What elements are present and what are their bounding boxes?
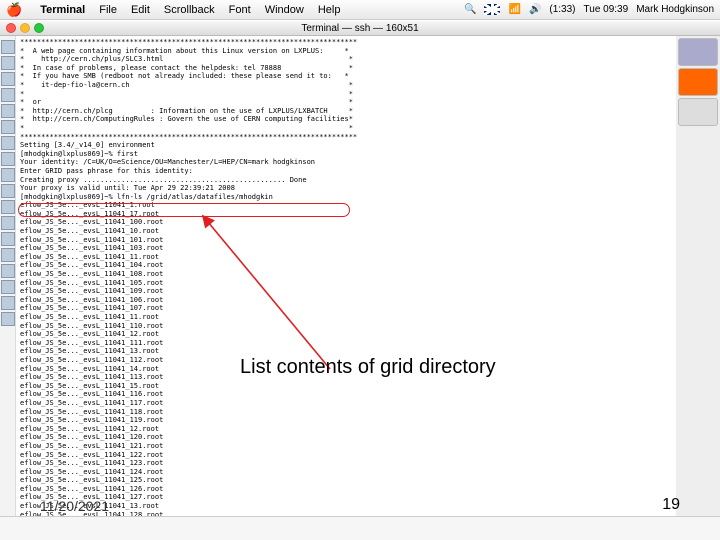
dock-app-icon[interactable] [1,216,15,230]
desktop-area: ****************************************… [0,36,720,540]
dock-app-icon[interactable] [1,120,15,134]
volume-icon[interactable]: 🔊 [529,4,541,15]
spotlight-icon[interactable]: 🔍 [464,4,476,15]
dock-app-icon[interactable] [1,168,15,182]
clock[interactable]: Tue 09:39 [584,4,629,15]
menu-edit[interactable]: Edit [131,4,150,16]
menu-window[interactable]: Window [265,4,304,16]
dock-app-icon[interactable] [1,40,15,54]
menu-scrollback[interactable]: Scrollback [164,4,215,16]
dock-app-icon[interactable] [1,264,15,278]
window-titlebar[interactable]: Terminal — ssh — 160x51 [0,20,720,36]
dock-app-icon[interactable] [1,200,15,214]
window-controls [6,23,44,33]
right-stack [676,36,720,126]
dock-app-icon[interactable] [1,280,15,294]
minimize-icon[interactable] [20,23,30,33]
zoom-icon[interactable] [34,23,44,33]
dock-app-icon[interactable] [1,312,15,326]
dock-app-icon[interactable] [1,232,15,246]
app-name[interactable]: Terminal [40,4,85,16]
desktop-thumb-icon[interactable] [678,98,718,126]
dock-app-icon[interactable] [1,184,15,198]
window-title-text: Terminal — ssh — 160x51 [301,23,418,34]
dock-app-icon[interactable] [1,152,15,166]
apple-menu-icon[interactable]: 🍎 [6,2,22,18]
desktop-thumb-icon[interactable] [678,38,718,66]
slide-number: 19 [662,496,680,514]
dock-app-icon[interactable] [1,104,15,118]
dock-app-icon[interactable] [1,56,15,70]
firefox-thumb-icon[interactable] [678,68,718,96]
dock-app-icon[interactable] [1,136,15,150]
terminal-output[interactable]: ****************************************… [16,36,676,516]
dock-app-icon[interactable] [1,72,15,86]
dock-app-icon[interactable] [1,296,15,310]
annotation-text: List contents of grid directory [240,356,496,379]
battery-status[interactable]: (1:33) [549,4,575,15]
left-dock [0,36,16,516]
dock-app-icon[interactable] [1,248,15,262]
close-icon[interactable] [6,23,16,33]
system-menubar: 🍎 Terminal File Edit Scrollback Font Win… [0,0,720,20]
menu-file[interactable]: File [99,4,117,16]
input-flag-icon[interactable] [484,4,500,15]
slide-date: 11/20/2021 [40,498,109,514]
user-menu[interactable]: Mark Hodgkinson [636,4,714,15]
menu-font[interactable]: Font [229,4,251,16]
wifi-icon[interactable]: 📶 [508,4,520,15]
menu-help[interactable]: Help [318,4,341,16]
dock-app-icon[interactable] [1,88,15,102]
bottom-dock [0,516,720,540]
